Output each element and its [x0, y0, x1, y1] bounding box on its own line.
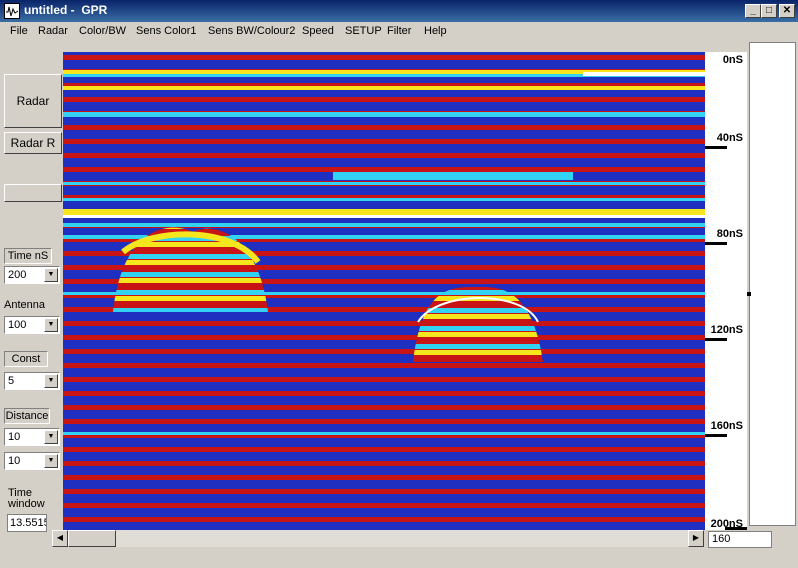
- title-bar: untitled - GPR _ □ ✕: [0, 0, 798, 22]
- radar-button[interactable]: Radar: [4, 74, 62, 128]
- scroll-right-arrow-icon[interactable]: ▶: [688, 530, 704, 547]
- scroll-left-arrow-icon[interactable]: ◀: [52, 530, 68, 547]
- chevron-down-icon[interactable]: ▼: [44, 318, 58, 332]
- app-waveform-icon: [4, 3, 20, 19]
- tick-40ns: 40nS: [716, 132, 743, 144]
- time-window-input[interactable]: 13.5515: [7, 514, 47, 532]
- close-button[interactable]: ✕: [779, 4, 795, 18]
- tick-mark: [705, 338, 727, 341]
- antenna-value: 100: [8, 319, 27, 331]
- window-title: untitled - GPR: [24, 3, 108, 17]
- menu-speed[interactable]: Speed: [302, 25, 334, 37]
- menu-radar[interactable]: Radar: [38, 25, 68, 37]
- radargram-display[interactable]: [63, 52, 705, 530]
- menu-filter[interactable]: Filter: [387, 25, 411, 37]
- minimize-button[interactable]: _: [745, 4, 761, 18]
- distance-select[interactable]: 10 ▼: [4, 428, 60, 446]
- horizontal-scrollbar[interactable]: ◀ ▶: [52, 530, 704, 547]
- menu-file[interactable]: File: [10, 25, 28, 37]
- value-input[interactable]: 160: [708, 531, 772, 548]
- time-value: 200: [8, 269, 27, 281]
- menu-bar: File Radar Color/BW Sens Color1 Sens BW/…: [0, 22, 798, 42]
- distance-value-2: 10: [8, 455, 21, 467]
- menu-sens-bw-colour2[interactable]: Sens BW/Colour2: [208, 25, 295, 37]
- right-side-panel: [747, 42, 796, 526]
- radargram-image: [63, 52, 705, 530]
- const-value: 5: [8, 375, 15, 387]
- tick-120ns: 120nS: [710, 324, 743, 336]
- distance-label: Distance: [4, 408, 50, 424]
- left-control-panel: Radar Radar R Time nS 200 ▼ Antenna 100 …: [0, 42, 63, 552]
- const-select[interactable]: 5 ▼: [4, 372, 60, 390]
- tick-0ns: 0nS: [722, 54, 743, 66]
- time-select[interactable]: 200 ▼: [4, 266, 60, 284]
- tick-160ns: 160nS: [710, 420, 743, 432]
- time-ns-label: Time nS: [4, 248, 52, 264]
- time-axis: 0nS 40nS 80nS 120nS 160nS 200nS: [705, 52, 747, 530]
- tick-mark: [705, 242, 727, 245]
- chevron-down-icon[interactable]: ▼: [44, 454, 58, 468]
- position-marker: [747, 292, 751, 296]
- tick-mark: [705, 434, 727, 437]
- blank-button[interactable]: [4, 184, 62, 202]
- radar-r-button[interactable]: Radar R: [4, 132, 62, 154]
- chevron-down-icon[interactable]: ▼: [44, 374, 58, 388]
- time-window-label: Time window: [8, 487, 45, 510]
- menu-help[interactable]: Help: [424, 25, 447, 37]
- menu-sens-color1[interactable]: Sens Color1: [136, 25, 197, 37]
- menu-setup[interactable]: SETUP: [345, 25, 382, 37]
- tick-80ns: 80nS: [716, 228, 743, 240]
- tick-mark: [705, 146, 727, 149]
- distance-select-2[interactable]: 10 ▼: [4, 452, 60, 470]
- scroll-thumb[interactable]: [68, 530, 116, 547]
- maximize-button[interactable]: □: [761, 4, 777, 18]
- chevron-down-icon[interactable]: ▼: [44, 268, 58, 282]
- antenna-label: Antenna: [4, 299, 45, 311]
- tick-mark: [725, 527, 747, 530]
- const-label: Const: [4, 351, 48, 367]
- menu-color-bw[interactable]: Color/BW: [79, 25, 126, 37]
- antenna-select[interactable]: 100 ▼: [4, 316, 60, 334]
- distance-value: 10: [8, 431, 21, 443]
- chevron-down-icon[interactable]: ▼: [44, 430, 58, 444]
